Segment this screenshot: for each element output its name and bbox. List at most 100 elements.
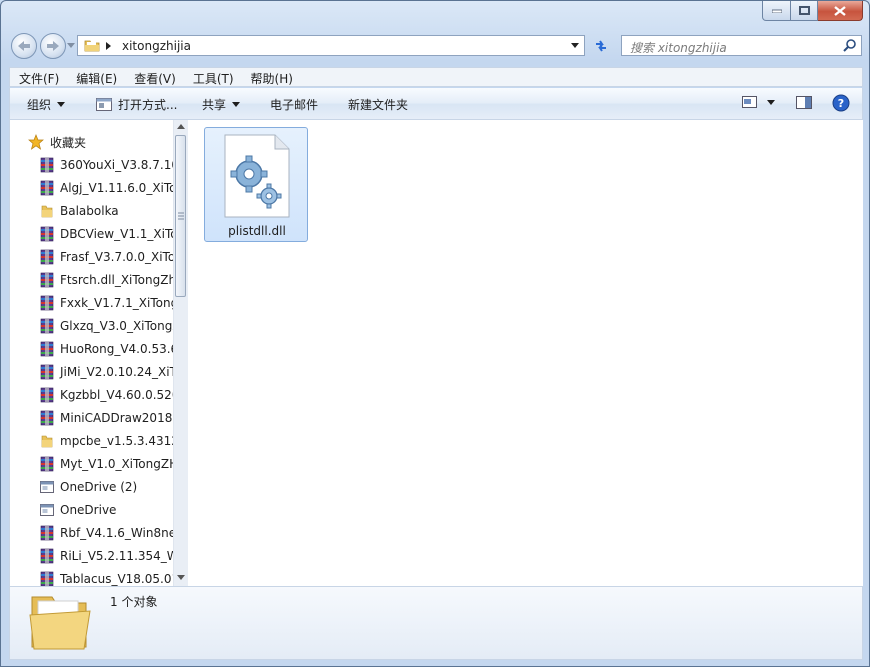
nav-item[interactable]: JiMi_V2.0.10.24_XiT xyxy=(39,361,174,382)
nav-item-label: Myt_V1.0_XiTongZH xyxy=(60,456,174,471)
refresh-button[interactable] xyxy=(589,35,613,56)
scroll-up-icon[interactable] xyxy=(177,124,185,129)
archive-icon xyxy=(39,456,55,472)
recent-pages-chevron-icon[interactable] xyxy=(67,43,75,49)
nav-item-label: MiniCADDraw2018 xyxy=(60,410,173,425)
scroll-thumb[interactable] xyxy=(175,135,186,297)
address-path: xitongzhijia xyxy=(122,39,191,53)
nav-item-label: OneDrive (2) xyxy=(60,479,138,494)
preview-pane-icon xyxy=(796,96,812,109)
archive-icon xyxy=(39,548,55,564)
nav-item[interactable]: Fxxk_V1.7.1_XiTong xyxy=(39,292,174,313)
nav-item[interactable]: RiLi_V5.2.11.354_Wi xyxy=(39,545,174,566)
breadcrumb-arrow-icon[interactable] xyxy=(106,42,111,50)
nav-item-label: Ftsrch.dll_XiTongZh xyxy=(60,272,174,287)
svg-text:?: ? xyxy=(838,97,844,110)
nav-item[interactable]: Balabolka xyxy=(39,200,174,221)
nav-item[interactable]: MiniCADDraw2018 xyxy=(39,407,174,428)
nav-item[interactable]: OneDrive (2) xyxy=(39,476,174,497)
maximize-button[interactable] xyxy=(791,1,818,21)
favorites-label: 收藏夹 xyxy=(50,135,87,150)
selection-count: 1 个对象 xyxy=(110,595,158,609)
navigation-scrollbar[interactable] xyxy=(173,120,188,586)
back-button[interactable] xyxy=(11,33,37,59)
address-bar[interactable]: xitongzhijia xyxy=(77,35,585,56)
forward-button[interactable] xyxy=(40,33,66,59)
organize-label: 组织 xyxy=(27,98,52,112)
nav-item[interactable]: DBCView_V1.1_XiTo xyxy=(39,223,174,244)
new-folder-button[interactable]: 新建文件夹 xyxy=(348,96,408,113)
file-item[interactable]: plistdll.dll xyxy=(204,127,308,242)
chevron-down-icon xyxy=(232,102,241,107)
nav-item[interactable]: Algj_V1.11.6.0_XiTo xyxy=(39,177,174,198)
favorites-node[interactable]: 收藏夹 xyxy=(28,132,86,152)
search-icon[interactable] xyxy=(843,38,857,52)
close-button[interactable] xyxy=(818,1,863,21)
nav-item[interactable]: Frasf_V3.7.0.0_XiTo xyxy=(39,246,174,267)
share-button[interactable]: 共享 xyxy=(202,96,241,113)
archive-icon xyxy=(39,525,55,541)
archive-icon xyxy=(39,295,55,311)
archive-icon xyxy=(39,318,55,334)
window-icon xyxy=(39,479,55,495)
archive-icon xyxy=(39,180,55,196)
nav-item-label: Rbf_V4.1.6_Win8net xyxy=(60,525,174,540)
nav-item[interactable]: Myt_V1.0_XiTongZH xyxy=(39,453,174,474)
nav-item-label: Fxxk_V1.7.1_XiTong xyxy=(60,295,174,310)
view-icon xyxy=(742,96,757,108)
search-placeholder: 搜索 xitongzhijia xyxy=(630,41,727,55)
email-button[interactable]: 电子邮件 xyxy=(270,96,318,113)
nav-item[interactable]: HuoRong_V4.0.53.6 xyxy=(39,338,174,359)
nav-item[interactable]: Kgzbbl_V4.60.0.520 xyxy=(39,384,174,405)
address-dropdown[interactable] xyxy=(568,37,582,54)
open-with-button[interactable]: 打开方式... xyxy=(96,96,177,113)
view-options-dropdown[interactable] xyxy=(767,100,775,105)
nav-item-label: OneDrive xyxy=(60,502,117,517)
scroll-down-icon[interactable] xyxy=(177,575,185,580)
menu-file[interactable]: 文件(F) xyxy=(10,68,67,88)
folder-icon xyxy=(39,433,55,449)
folder-icon xyxy=(39,203,55,219)
minimize-icon xyxy=(771,9,782,13)
nav-item[interactable]: Glxzq_V3.0_XiTongZ xyxy=(39,315,174,336)
help-button[interactable]: ? xyxy=(832,94,850,112)
menu-tools[interactable]: 工具(T) xyxy=(184,68,242,88)
menu-view[interactable]: 查看(V) xyxy=(125,68,184,88)
nav-item[interactable]: mpcbe_v1.5.3.4312 xyxy=(39,430,174,451)
preview-pane-button[interactable] xyxy=(796,96,812,109)
details-pane: 1 个对象 xyxy=(9,586,863,660)
window-icon xyxy=(39,502,55,518)
archive-icon xyxy=(39,226,55,242)
search-box[interactable]: 搜索 xitongzhijia xyxy=(621,35,862,56)
chevron-down-icon xyxy=(57,102,66,107)
star-icon xyxy=(28,134,44,150)
file-list[interactable]: plistdll.dll xyxy=(188,120,863,586)
organize-button[interactable]: 组织 xyxy=(27,96,66,113)
nav-item-label: Tablacus_V18.05.01 xyxy=(60,571,174,586)
explorer-window: xitongzhijia 搜索 xitongzhijia 文件(F) 编辑(E)… xyxy=(0,0,870,667)
archive-icon xyxy=(39,364,55,380)
nav-item-label: Algj_V1.11.6.0_XiTo xyxy=(60,180,174,195)
grip-icon xyxy=(178,212,184,220)
help-icon: ? xyxy=(832,94,850,112)
forward-arrow-icon xyxy=(47,41,59,51)
back-arrow-icon xyxy=(18,41,30,51)
archive-icon xyxy=(39,571,55,587)
navigation-bar: xitongzhijia 搜索 xitongzhijia xyxy=(1,31,869,61)
change-view-button[interactable] xyxy=(742,96,757,108)
nav-item[interactable]: Ftsrch.dll_XiTongZh xyxy=(39,269,174,290)
menu-help[interactable]: 帮助(H) xyxy=(242,68,301,88)
nav-item-label: Kgzbbl_V4.60.0.520 xyxy=(60,387,174,402)
nav-item[interactable]: OneDrive xyxy=(39,499,174,520)
archive-icon xyxy=(39,341,55,357)
archive-icon xyxy=(39,249,55,265)
nav-item[interactable]: 360YouXi_V3.8.7.10 xyxy=(39,154,174,175)
email-label: 电子邮件 xyxy=(270,98,319,112)
nav-item-label: Glxzq_V3.0_XiTongZ xyxy=(60,318,174,333)
nav-item[interactable]: Rbf_V4.1.6_Win8net xyxy=(39,522,174,543)
refresh-icon xyxy=(596,39,606,52)
folder-icon xyxy=(84,40,100,52)
nav-item-label: Frasf_V3.7.0.0_XiTo xyxy=(60,249,174,264)
minimize-button[interactable] xyxy=(762,1,791,21)
menu-edit[interactable]: 编辑(E) xyxy=(67,68,125,88)
